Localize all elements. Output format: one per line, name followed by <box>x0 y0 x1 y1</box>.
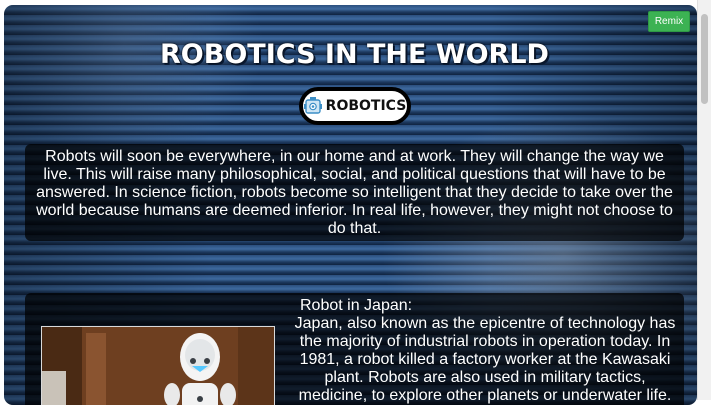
remix-button[interactable]: Remix <box>648 11 690 32</box>
robot-photo <box>41 326 275 405</box>
intro-text: Robots will soon be everywhere, in our h… <box>36 148 673 237</box>
intro-panel: Robots will soon be everywhere, in our h… <box>25 144 684 241</box>
vertical-scrollbar[interactable] <box>697 0 711 400</box>
robot-image <box>42 327 274 405</box>
logo-text: ROBOTICS <box>325 98 407 114</box>
section-heading: Robot in Japan: <box>300 297 413 314</box>
page-title: ROBOTICS IN THE WORLD <box>160 39 549 70</box>
robot-face-icon <box>303 97 322 114</box>
japan-section: Robot in Japan: Japan, also known as the… <box>25 293 684 405</box>
page-background: ROBOTICS IN THE WORLD ROBOTICS Robots wi… <box>4 5 697 405</box>
robotics-logo: ROBOTICS <box>299 87 411 125</box>
scrollbar-thumb[interactable] <box>701 14 708 104</box>
section-body: Japan, also known as the epicentre of te… <box>294 315 676 404</box>
